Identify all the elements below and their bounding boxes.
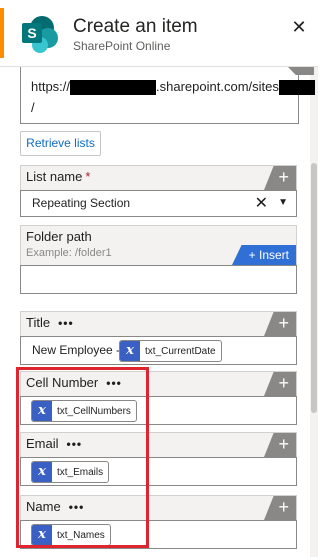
email-field: Email ••• + x txt_Emails xyxy=(20,432,297,486)
list-name-label: List name xyxy=(26,169,83,184)
title-token[interactable]: x txt_CurrentDate xyxy=(119,340,222,362)
title-header: Title ••• + xyxy=(20,311,297,336)
name-field: Name ••• + x txt_Names xyxy=(20,495,297,549)
folder-path-hint: Example: /folder1 xyxy=(26,247,112,259)
clear-icon[interactable]: ✕ xyxy=(255,193,268,213)
dialog-title: Create an item xyxy=(73,16,198,37)
cell-number-more-menu[interactable]: ••• xyxy=(106,376,122,390)
header-accent-bar xyxy=(0,8,4,58)
cell-number-token-name: txt_CellNumbers xyxy=(57,405,131,417)
dialog-subtitle: SharePoint Online xyxy=(73,39,171,53)
close-icon[interactable]: ✕ xyxy=(289,17,309,37)
folder-path-header: Folder path Example: /folder1 + Insert xyxy=(20,225,297,265)
expression-icon: x xyxy=(120,341,140,361)
list-name-value: Repeating Section xyxy=(32,196,131,210)
dialog-header: S Create an item SharePoint Online ✕ xyxy=(0,0,318,67)
retrieve-lists-button[interactable]: Retrieve lists xyxy=(20,131,101,156)
name-more-menu[interactable]: ••• xyxy=(69,500,85,514)
title-add-button[interactable]: + xyxy=(264,312,296,336)
site-url-prefix: https:// xyxy=(31,79,71,94)
list-name-field: List name * + Repeating Section ✕ ▼ xyxy=(20,165,297,217)
email-header: Email ••• + xyxy=(20,432,297,457)
cell-number-label: Cell Number xyxy=(26,375,99,390)
cell-number-field: Cell Number ••• + x txt_CellNumbers xyxy=(20,371,297,425)
sharepoint-logo-icon: S xyxy=(22,16,58,53)
chevron-down-icon[interactable]: ▼ xyxy=(278,197,288,208)
redacted-site xyxy=(278,80,315,96)
cell-number-input[interactable]: x txt_CellNumbers xyxy=(20,396,297,425)
expression-icon: x xyxy=(32,401,52,421)
email-input[interactable]: x txt_Emails xyxy=(20,457,297,486)
list-name-add-button[interactable]: + xyxy=(264,166,296,190)
site-url-line: https:// .sharepoint.com/sites xyxy=(31,79,315,96)
name-header: Name ••• + xyxy=(20,495,297,520)
email-more-menu[interactable]: ••• xyxy=(67,437,83,451)
folder-path-input[interactable] xyxy=(20,265,297,294)
site-url-middle: .sharepoint.com/sites xyxy=(156,79,279,94)
title-prefix-text: New Employee - xyxy=(32,343,121,357)
expression-icon: x xyxy=(32,525,52,545)
name-token-name: txt_Names xyxy=(57,529,105,541)
sharepoint-logo-letter: S xyxy=(27,25,36,41)
cell-number-header: Cell Number ••• + xyxy=(20,371,297,396)
insert-button[interactable]: + Insert xyxy=(232,245,296,265)
name-label: Name xyxy=(26,499,61,514)
title-input[interactable]: New Employee - x txt_CurrentDate xyxy=(20,336,297,365)
title-token-name: txt_CurrentDate xyxy=(145,345,216,357)
cell-number-token[interactable]: x txt_CellNumbers xyxy=(31,400,137,422)
site-url-suffix: / xyxy=(31,100,35,115)
folder-path-label: Folder path xyxy=(26,229,92,244)
email-label: Email xyxy=(26,436,59,451)
title-label: Title xyxy=(26,315,51,330)
list-name-dropdown[interactable]: Repeating Section ✕ ▼ xyxy=(20,190,297,217)
email-token[interactable]: x txt_Emails xyxy=(31,461,110,483)
folder-path-field: Folder path Example: /folder1 + Insert xyxy=(20,225,297,294)
email-add-button[interactable]: + xyxy=(264,433,296,457)
name-input[interactable]: x txt_Names xyxy=(20,520,297,549)
title-field: Title ••• + New Employee - x txt_CurrentD… xyxy=(20,311,297,365)
title-more-menu[interactable]: ••• xyxy=(58,316,74,330)
redacted-tenant xyxy=(70,80,157,96)
cell-number-add-button[interactable]: + xyxy=(264,372,296,396)
expression-icon: x xyxy=(32,462,52,482)
required-marker: * xyxy=(85,169,91,184)
scrollbar-thumb[interactable] xyxy=(311,163,317,413)
name-add-button[interactable]: + xyxy=(264,496,296,520)
name-token[interactable]: x txt_Names xyxy=(31,524,111,546)
site-url-field[interactable]: https:// .sharepoint.com/sites / xyxy=(20,67,315,124)
email-token-name: txt_Emails xyxy=(57,466,104,478)
list-name-header: List name * + xyxy=(20,165,297,190)
